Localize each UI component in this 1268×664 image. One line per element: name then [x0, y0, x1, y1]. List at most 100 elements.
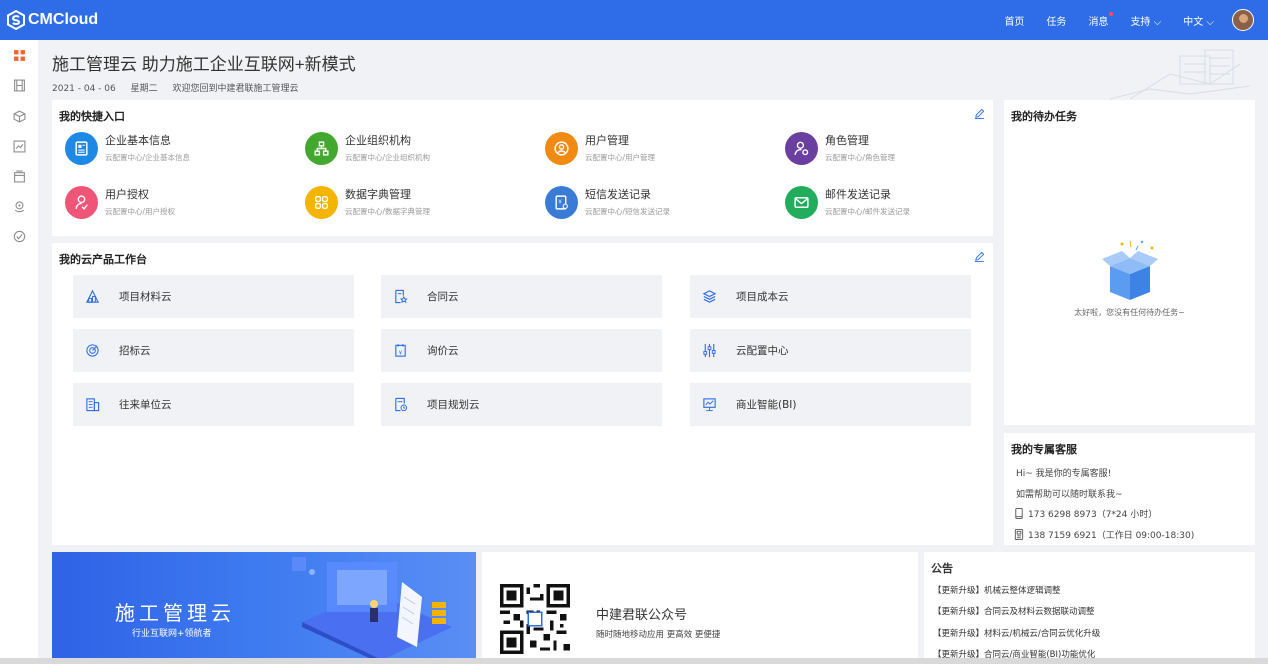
brand-logo[interactable]: CMCloud: [6, 10, 98, 30]
page-header: 施工管理云 助力施工企业互联网+新模式 2021 - 04 - 06 星期二 欢…: [52, 50, 356, 94]
current-date: 2021 - 04 - 06: [52, 84, 116, 94]
workbench-item-label: 往来单位云: [119, 399, 172, 411]
quick-item-company-info[interactable]: 企业基本信息 云配置中心/企业基本信息: [65, 132, 190, 165]
quick-item-name: 用户管理: [585, 134, 629, 147]
cmcloud-logo-icon: [7, 10, 25, 30]
mail-icon: [785, 186, 818, 219]
banner-title: 施工管理云: [115, 601, 235, 625]
quick-item-user-mgmt[interactable]: 用户管理 云配置中心/用户管理: [545, 132, 655, 165]
workbench-item-material[interactable]: 项目材料云: [73, 275, 354, 318]
grid-icon[interactable]: [12, 48, 26, 62]
workbench-item-label: 项目成本云: [736, 291, 789, 303]
grid-dict-icon: [305, 186, 338, 219]
nav-home[interactable]: 首页: [1004, 13, 1024, 28]
avatar[interactable]: [1232, 9, 1254, 31]
page-title: 施工管理云 助力施工企业互联网+新模式: [52, 55, 356, 74]
quick-item-org[interactable]: 企业组织机构 云配置中心/企业组织机构: [305, 132, 430, 165]
workbench-item-label: 项目材料云: [119, 291, 172, 303]
quick-entry-title: 我的快捷入口: [59, 110, 125, 123]
top-nav: 首页 任务 消息 支持 ⌵ 中文 ⌵: [982, 0, 1254, 40]
workbench-item-planning[interactable]: 项目规划云: [381, 383, 662, 426]
location-icon[interactable]: [12, 199, 26, 213]
quick-entry-card: 我的快捷入口 企业基本信息 云配置中心/企业基本信息 企业组织机构 云配置中心/企业…: [52, 100, 993, 236]
building-icon: [84, 397, 100, 413]
quick-item-user-auth[interactable]: 用户授权云配置中心/用户授权: [65, 186, 175, 219]
service-help: 如需帮助可以随时联系我~: [1016, 490, 1123, 500]
qr-code-icon[interactable]: [500, 584, 570, 654]
notice-item[interactable]: 【更新升级】合同云及材料云数据联动调整: [933, 605, 1095, 617]
nav-messages-label: 消息: [1088, 16, 1109, 28]
page-subtitle: 2021 - 04 - 06 星期二 欢迎您回到中建君联施工管理云: [52, 81, 356, 94]
phone-number: 138 7159 6921（工作日 09:00-18:30): [1028, 531, 1195, 541]
service-phone-1[interactable]: 173 6298 8973（7*24 小时）: [1014, 507, 1157, 520]
service-card: 我的专属客服 Hi~ 我是你的专属客服! 如需帮助可以随时联系我~ 173 62…: [1004, 433, 1255, 545]
workbench-item-label: 招标云: [119, 345, 151, 357]
nav-language[interactable]: 中文 ⌵: [1183, 13, 1214, 28]
current-weekday: 星期二: [130, 84, 158, 94]
banner-subtitle: 行业互联网+领航者: [132, 629, 212, 639]
film-icon[interactable]: [12, 78, 26, 92]
contract-icon: [392, 289, 408, 305]
quick-item-path: 云配置中心/角色管理: [825, 153, 896, 162]
material-icon: [84, 289, 100, 305]
notice-title: 公告: [931, 562, 953, 575]
svg-text:¥: ¥: [558, 200, 562, 206]
notice-card: 公告 【更新升级】机械云整体逻辑调整 【更新升级】合同云及材料云数据联动调整 【…: [924, 552, 1255, 664]
nav-support[interactable]: 支持 ⌵: [1130, 13, 1161, 28]
edit-icon[interactable]: [974, 251, 985, 262]
service-greeting: Hi~ 我是你的专属客服!: [1016, 469, 1112, 479]
quick-item-path: 云配置中心/用户授权: [105, 207, 176, 216]
quick-item-role-mgmt[interactable]: 角色管理 云配置中心/角色管理: [785, 132, 895, 165]
quick-item-name: 企业组织机构: [345, 134, 411, 147]
window-icon[interactable]: [12, 169, 26, 183]
top-bar: CMCloud 首页 任务 消息 支持 ⌵ 中文 ⌵: [0, 0, 1268, 40]
workbench-item-bidding[interactable]: 招标云: [73, 329, 354, 372]
quick-item-path: 云配置中心/数据字典管理: [345, 207, 431, 216]
bi-board-icon: [701, 397, 717, 413]
nav-support-label: 支持: [1130, 16, 1151, 28]
workbench-item-label: 云配置中心: [736, 345, 789, 357]
workbench-item-bi[interactable]: 商业智能(BI): [690, 383, 971, 426]
promo-banner[interactable]: 施工管理云 行业互联网+领航者: [52, 552, 476, 664]
edit-icon[interactable]: [974, 108, 985, 119]
notice-item[interactable]: 【更新升级】材料云/机械云/合同云优化升级: [933, 627, 1100, 639]
workbench-item-label: 商业智能(BI): [736, 399, 797, 411]
todo-title: 我的待办任务: [1011, 110, 1077, 123]
nav-language-label: 中文: [1183, 16, 1204, 28]
workbench-item-label: 合同云: [427, 291, 459, 303]
org-chart-icon: [305, 132, 338, 165]
quick-item-sms[interactable]: ¥ 短信发送记录云配置中心/短信发送记录: [545, 186, 670, 219]
nav-messages[interactable]: 消息: [1088, 11, 1114, 28]
workbench-item-config[interactable]: 云配置中心: [690, 329, 971, 372]
sliders-icon: [701, 343, 717, 359]
workbench-item-inquiry[interactable]: ¥ 询价云: [381, 329, 662, 372]
user-check-icon: [65, 186, 98, 219]
wechat-title: 中建君联公众号: [596, 608, 688, 623]
layers-icon: [701, 289, 717, 305]
banner-illustration: [292, 557, 452, 664]
empty-text: 太好啦，您没有任何待办任务~: [1074, 308, 1185, 317]
quick-item-mail[interactable]: 邮件发送记录 云配置中心/邮件发送记录: [785, 186, 910, 219]
notice-item[interactable]: 【更新升级】机械云整体逻辑调整: [933, 584, 1061, 596]
chevron-down-icon: ⌵: [1153, 16, 1162, 28]
nav-tasks[interactable]: 任务: [1046, 13, 1066, 28]
workbench-item-partners[interactable]: 往来单位云: [73, 383, 354, 426]
workbench-item-cost[interactable]: 项目成本云: [690, 275, 971, 318]
gauge-icon[interactable]: [12, 229, 26, 243]
box-icon[interactable]: [12, 109, 26, 123]
workbench-item-label: 项目规划云: [427, 399, 480, 411]
quick-item-name: 用户授权: [105, 188, 149, 201]
quick-item-path: 云配置中心/短信发送记录: [585, 207, 671, 216]
workbench-item-contract[interactable]: 合同云: [381, 275, 662, 318]
sidebar: [0, 40, 38, 664]
quick-item-dict[interactable]: 数据字典管理 云配置中心/数据字典管理: [305, 186, 430, 219]
phone-icon: [1014, 529, 1024, 540]
unread-dot: [1109, 11, 1114, 16]
quick-item-name: 短信发送记录: [585, 188, 651, 201]
header-decoration: [1110, 49, 1250, 100]
service-title: 我的专属客服: [1011, 443, 1077, 456]
id-card-icon: [65, 132, 98, 165]
chart-icon[interactable]: [12, 139, 26, 153]
horizontal-scrollbar[interactable]: [0, 658, 1268, 664]
service-phone-2[interactable]: 138 7159 6921（工作日 09:00-18:30): [1014, 528, 1194, 541]
